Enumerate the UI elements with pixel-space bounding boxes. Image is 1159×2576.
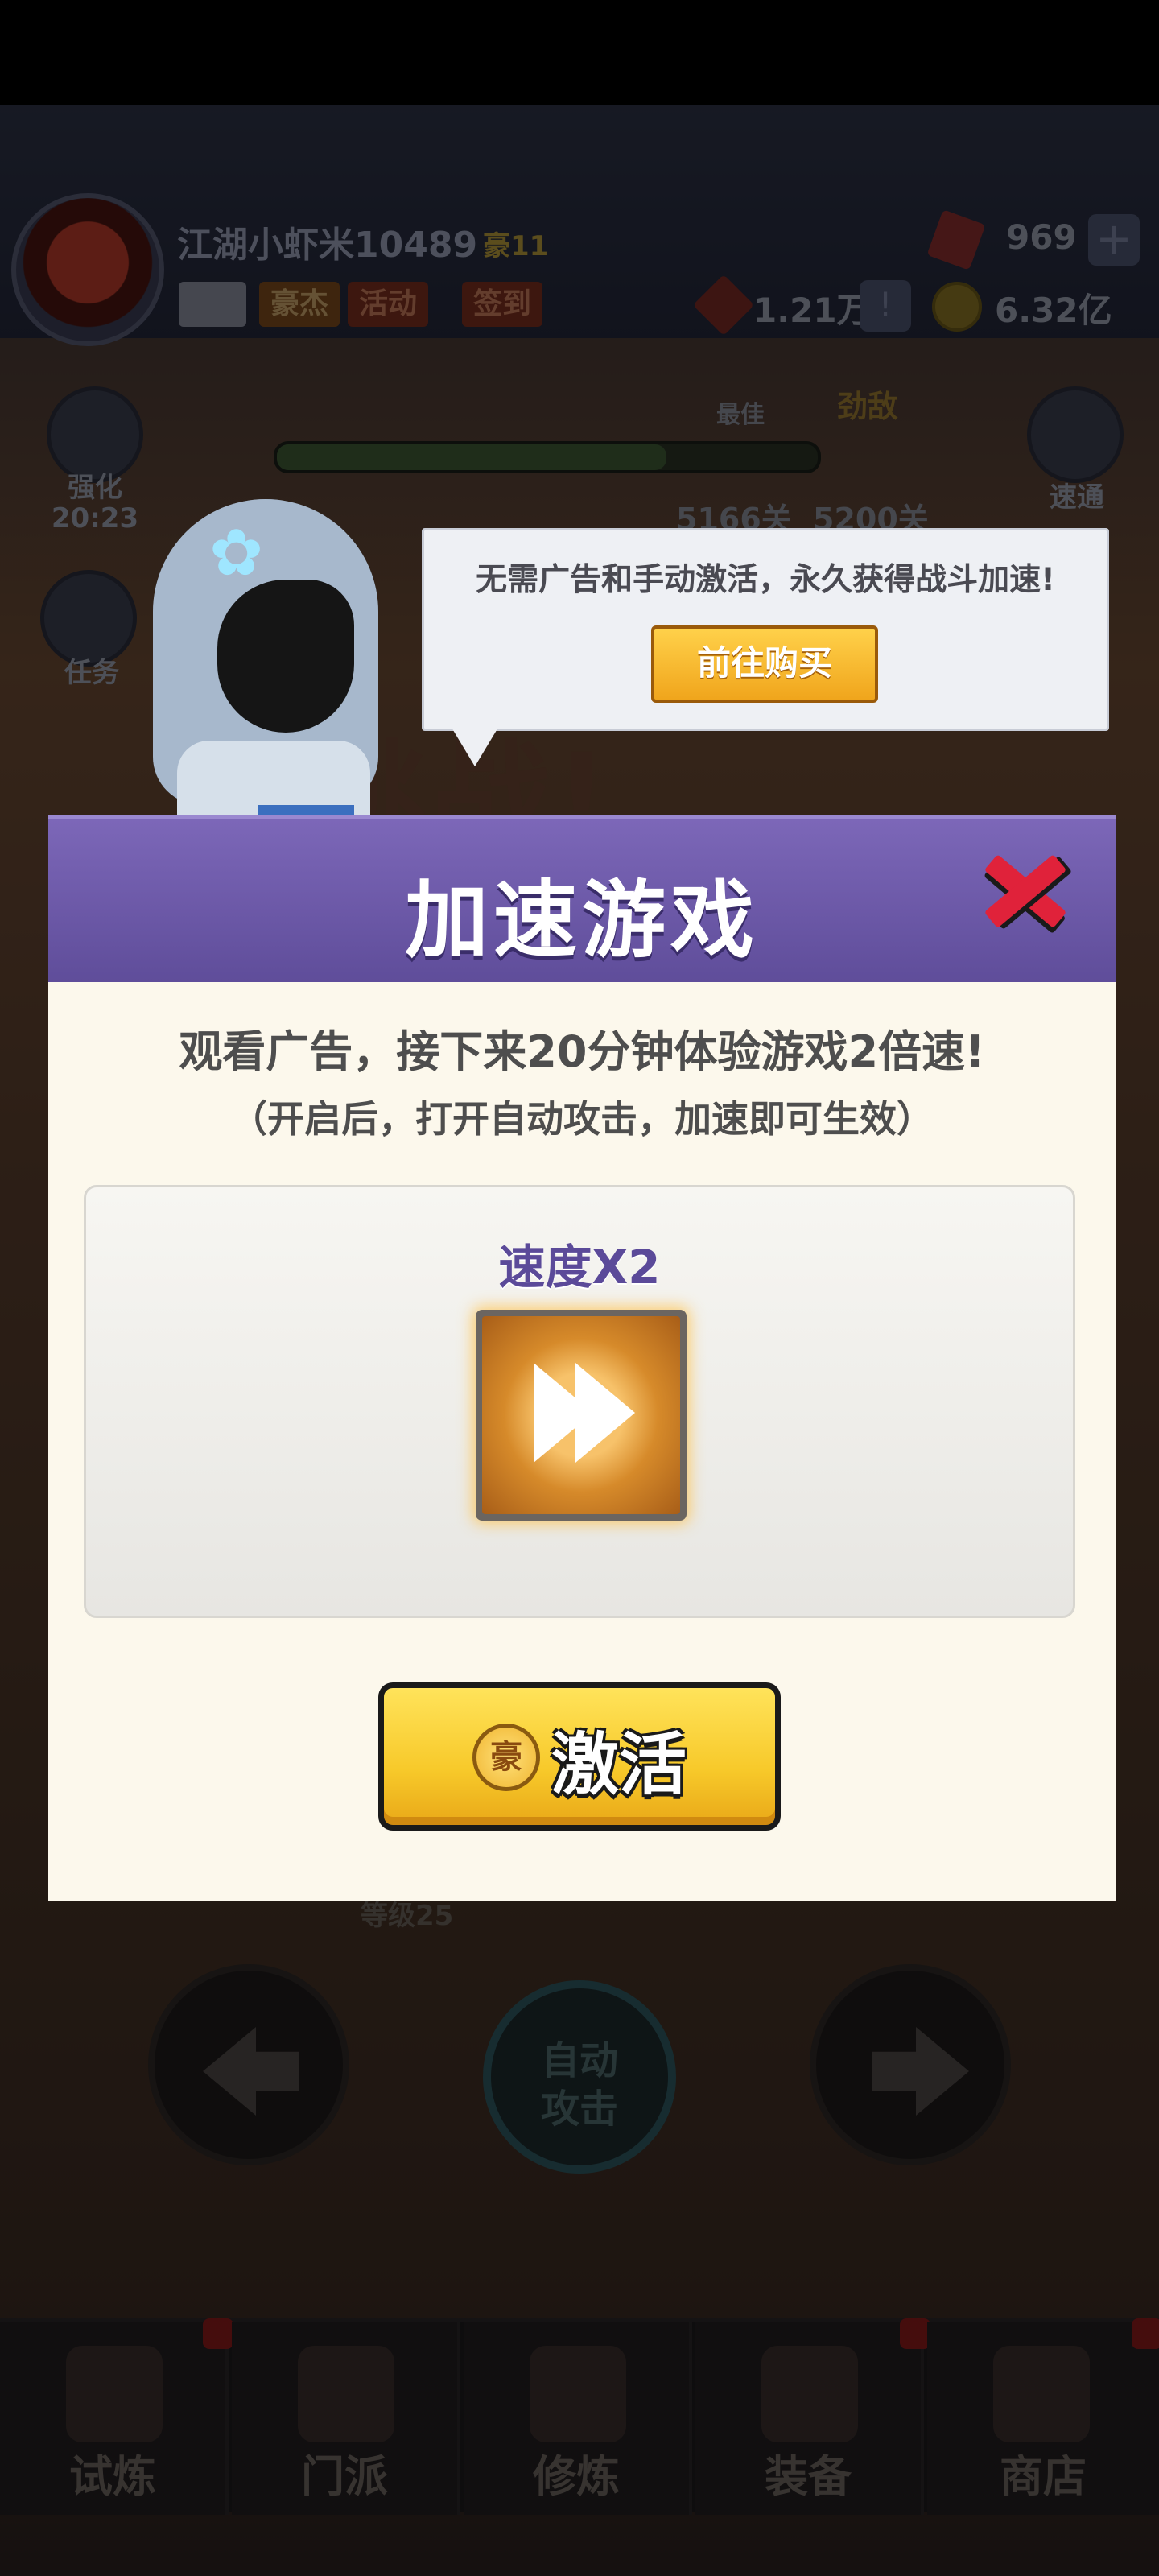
butterfly-icon: ✿: [209, 515, 264, 590]
speed-panel: 速度X2: [84, 1185, 1075, 1618]
speed-label: 速度X2: [498, 1240, 661, 1294]
modal-description: 观看广告，接下来20分钟体验游戏2倍速!: [179, 1026, 985, 1077]
coin-icon: 豪: [472, 1724, 540, 1791]
go-buy-button-highlight[interactable]: 前往购买: [651, 625, 878, 703]
close-button[interactable]: [977, 842, 1074, 939]
bubble-tail-highlight: [451, 726, 499, 766]
activate-button[interactable]: 豪 激活: [378, 1682, 781, 1831]
promo-text-highlight: 无需广告和手动激活，永久获得战斗加速!: [476, 562, 1055, 598]
status-bar-area: [0, 0, 1159, 105]
promo-bubble-highlight: 无需广告和手动激活，永久获得战斗加速! 前往购买: [422, 528, 1109, 731]
activate-label: 激活: [551, 1725, 687, 1804]
modal-header: 加速游戏: [48, 815, 1116, 982]
modal-title: 加速游戏: [404, 871, 759, 969]
modal-note: （开启后，打开自动攻击，加速即可生效）: [230, 1097, 934, 1141]
fast-forward-icon: [476, 1310, 687, 1521]
hero-character-highlight: ✿: [56, 483, 410, 829]
